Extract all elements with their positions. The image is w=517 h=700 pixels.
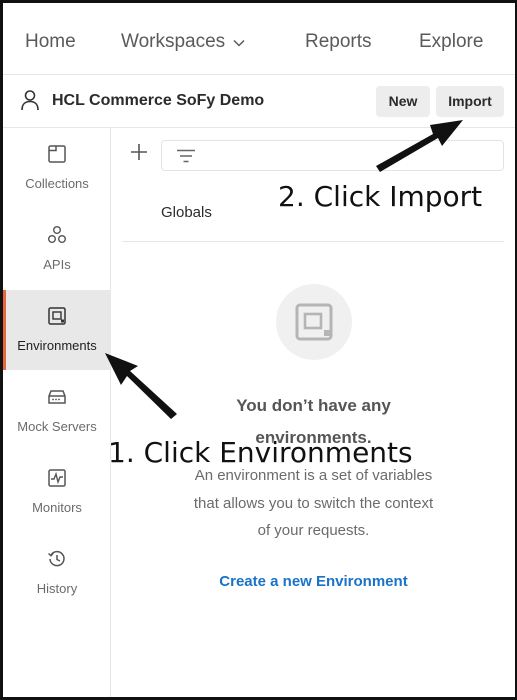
- sidebar-item-monitors[interactable]: Monitors: [3, 452, 111, 532]
- divider: [122, 241, 504, 242]
- collections-icon: [47, 144, 67, 164]
- new-button[interactable]: New: [376, 86, 430, 117]
- workspace-header: HCL Commerce SoFy Demo New Import: [3, 75, 515, 128]
- nav-workspaces[interactable]: Workspaces: [121, 31, 245, 53]
- environments-panel: Globals You don’t have any environments.…: [112, 128, 515, 697]
- sidebar-item-collections[interactable]: Collections: [3, 128, 111, 208]
- chevron-down-icon: [233, 31, 245, 53]
- filter-icon: [176, 149, 196, 163]
- globals-item[interactable]: Globals: [161, 204, 212, 221]
- nav-explore[interactable]: Explore: [419, 31, 483, 53]
- annotation-step2: 2. Click Import: [278, 180, 483, 213]
- plus-icon: [131, 144, 147, 160]
- sidebar: Collections APIs Environments Mock Serve…: [3, 128, 111, 697]
- apis-icon: [47, 225, 67, 245]
- sidebar-item-apis[interactable]: APIs: [3, 209, 111, 289]
- sidebar-item-label: Collections: [25, 176, 89, 191]
- empty-state-description-line2: that allows you to switch the context: [193, 495, 434, 512]
- nav-reports[interactable]: Reports: [305, 31, 372, 53]
- top-navigation: Home Workspaces Reports Explore: [3, 3, 515, 75]
- workspace-title[interactable]: HCL Commerce SoFy Demo: [52, 92, 264, 110]
- sidebar-item-environments[interactable]: Environments: [3, 290, 111, 370]
- sidebar-item-history[interactable]: History: [3, 533, 111, 613]
- sidebar-item-label: Environments: [17, 338, 97, 353]
- nav-home[interactable]: Home: [25, 31, 76, 53]
- import-button[interactable]: Import: [436, 86, 504, 117]
- mock-servers-icon: [47, 387, 67, 407]
- add-environment-button[interactable]: [129, 142, 149, 167]
- sidebar-item-label: Mock Servers: [17, 419, 97, 434]
- monitors-icon: [47, 468, 67, 488]
- empty-state-illustration: [276, 284, 352, 360]
- sidebar-item-label: History: [36, 581, 78, 596]
- filter-input[interactable]: [161, 140, 504, 171]
- sidebar-item-label: APIs: [43, 257, 71, 272]
- create-environment-link[interactable]: Create a new Environment: [112, 573, 515, 590]
- empty-state-description-line3: of your requests.: [257, 522, 370, 539]
- environments-icon: [47, 306, 67, 326]
- environments-icon: [295, 303, 333, 341]
- empty-state-title-line1: You don’t have any: [236, 396, 391, 415]
- sidebar-item-mock-servers[interactable]: Mock Servers: [3, 371, 111, 451]
- nav-workspaces-label: Workspaces: [121, 31, 226, 53]
- history-icon: [47, 549, 67, 569]
- annotation-step1: 1. Click Environments: [108, 436, 413, 469]
- user-icon: [20, 89, 40, 111]
- sidebar-item-label: Monitors: [32, 500, 82, 515]
